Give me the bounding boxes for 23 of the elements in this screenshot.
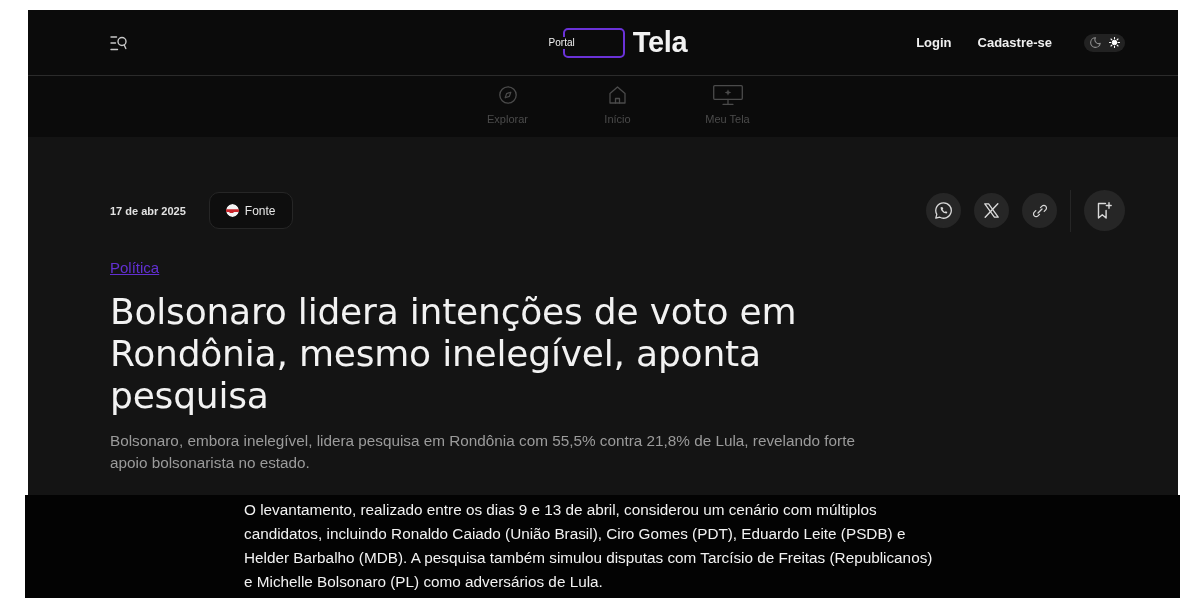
- share-button[interactable]: [926, 193, 961, 228]
- link-icon: [1032, 203, 1047, 218]
- site-logo[interactable]: Portal Tela: [547, 26, 688, 59]
- house-icon: [609, 86, 626, 104]
- header-link[interactable]: Cadastre-se: [977, 35, 1052, 50]
- theme-toggle[interactable]: [1084, 33, 1125, 52]
- x-letter-icon: [984, 203, 999, 218]
- compass-icon: [498, 86, 517, 104]
- menu-search-icon: [110, 34, 128, 51]
- article-date: 17 de abr 2025: [110, 204, 186, 217]
- bookmark-plus-icon: [1097, 202, 1112, 219]
- article-summary: Bolsonaro, embora inelegível, lidera pesquisa em Rondônia com 55,5% contra 21,8% de Lula, revelando forte apoio bolsonarista no estado.: [110, 431, 856, 473]
- save-button[interactable]: [1084, 190, 1125, 231]
- monitor-icon: [712, 85, 743, 105]
- menu-search-button[interactable]: [110, 34, 128, 51]
- source-button[interactable]: Fonte: [208, 192, 293, 229]
- body-paragraph: O levantamento, realizado entre os dias 9 e 13 de abril, considerou um cenário com múltiplos candidatos, incluindo Ronaldo Caiado (União Brasil), Ciro Gomes (PDT), Eduardo Leite (PSDB) e Helder Barbalho (MDB). A pesquisa também simulou disputas com Tarcísio de Freitas (Republicanos) e Michelle Bolsonaro (PL) como adversários de Lula.: [244, 500, 934, 592]
- article-title: Bolsonaro lidera intenções de voto em Rondônia, mesmo inelegível, aponta pesquisa: [110, 291, 798, 417]
- share-button[interactable]: [974, 193, 1009, 228]
- share-button[interactable]: [1022, 193, 1057, 228]
- source-logo-icon: [225, 204, 239, 217]
- phone-bubble-icon: [935, 202, 952, 219]
- header-link[interactable]: Login: [916, 35, 952, 50]
